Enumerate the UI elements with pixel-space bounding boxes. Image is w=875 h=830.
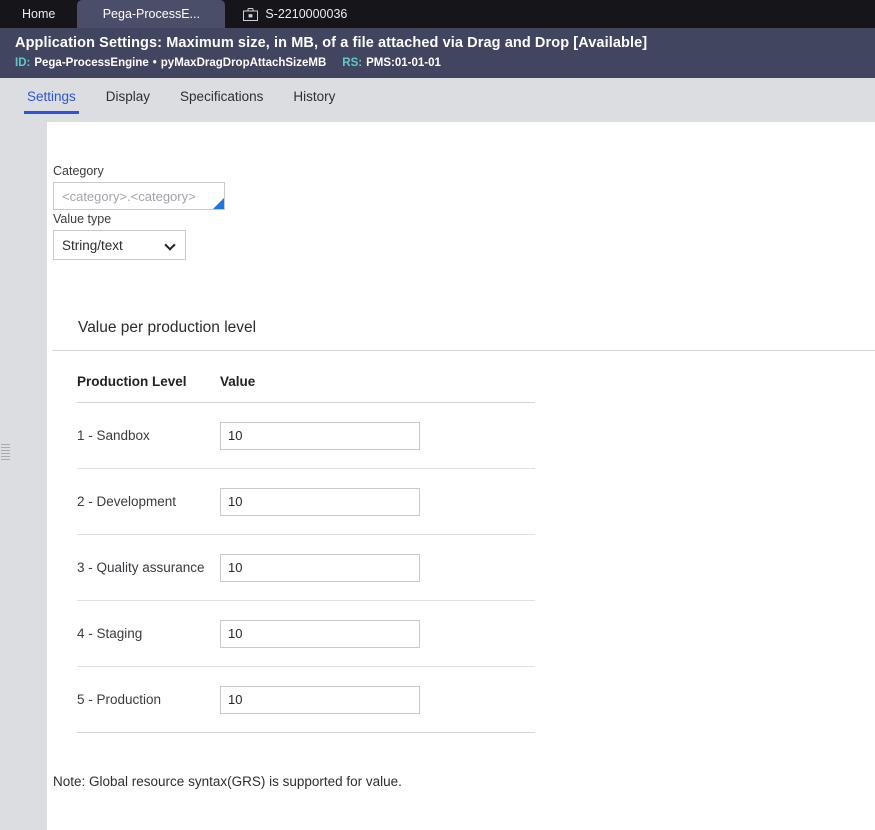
- column-header-value: Value: [220, 374, 256, 389]
- browser-tab-strip: Home Pega-ProcessE... S-2210000036: [0, 0, 875, 28]
- table-row: 5 - Production: [77, 667, 535, 733]
- tab-history-label: History: [293, 88, 336, 104]
- section-title: Value per production level: [78, 319, 257, 336]
- browser-tab-pega-processengine[interactable]: Pega-ProcessE...: [77, 0, 226, 28]
- table-body: 1 - Sandbox 2 - Development 3 - Quality as…: [77, 403, 535, 733]
- production-level-label: 5 - Production: [77, 692, 162, 707]
- tab-settings-label: Settings: [27, 88, 76, 104]
- value-type-select[interactable]: String/textIntegerDecimalTrue/FalseDateD…: [53, 230, 186, 260]
- briefcase-icon: [243, 7, 259, 21]
- table-row: 4 - Staging: [77, 601, 535, 667]
- settings-form-panel: Category Value type String/textIntegerDe…: [47, 122, 875, 830]
- production-level-label: 4 - Staging: [77, 626, 143, 641]
- browser-tab-case-label: S-2210000036: [265, 7, 348, 21]
- value-input-level-5[interactable]: [220, 685, 420, 714]
- tab-specifications[interactable]: Specifications: [165, 78, 278, 114]
- ruleset-label: RS:: [342, 57, 363, 69]
- id-separator: •: [152, 57, 157, 69]
- table-row: 2 - Development: [77, 469, 535, 535]
- id-label: ID:: [15, 57, 31, 69]
- category-label: Category: [53, 164, 104, 178]
- production-level-label: 2 - Development: [77, 494, 177, 509]
- content-left-gutter: [14, 114, 47, 830]
- category-resize-grip-icon[interactable]: [213, 198, 224, 209]
- production-level-label: 3 - Quality assurance: [77, 560, 205, 575]
- tab-history[interactable]: History: [278, 78, 350, 114]
- rule-identifier-line: ID: Pega-ProcessEngine • pyMaxDragDropAttac…: [15, 56, 875, 71]
- tab-settings[interactable]: Settings: [12, 78, 91, 114]
- tab-display[interactable]: Display: [91, 78, 165, 114]
- rule-header: Application Settings: Maximum size, in M…: [0, 28, 875, 78]
- value-input-level-1[interactable]: [220, 421, 420, 450]
- browser-tab-case[interactable]: S-2210000036: [225, 0, 365, 28]
- table-row: 1 - Sandbox: [77, 403, 535, 469]
- application-window: Home Pega-ProcessE... S-2210000036 Appli…: [0, 0, 875, 830]
- browser-tab-home[interactable]: Home: [0, 0, 77, 28]
- production-level-label: 1 - Sandbox: [77, 428, 150, 443]
- id-class: Pega-ProcessEngine: [34, 57, 149, 69]
- value-type-field: Value type String/textIntegerDecimalTrue…: [53, 212, 186, 260]
- value-input-level-3[interactable]: [220, 553, 420, 582]
- content-top-gutter: [14, 114, 875, 122]
- category-input[interactable]: [53, 182, 225, 210]
- ruleset-value: PMS:01-01-01: [366, 57, 441, 69]
- id-name: pyMaxDragDropAttachSizeMB: [160, 57, 327, 69]
- browser-tab-pega-processengine-label: Pega-ProcessE...: [102, 7, 200, 21]
- page-title: Application Settings: Maximum size, in M…: [15, 35, 648, 51]
- value-cell: [220, 553, 535, 582]
- rule-tab-bar: Settings Display Specifications History: [0, 78, 875, 114]
- value-input-level-2[interactable]: [220, 487, 420, 516]
- value-cell: [220, 685, 535, 714]
- column-header-production-level: Production Level: [77, 374, 187, 389]
- sidebar-resize-handle[interactable]: [1, 444, 10, 460]
- tab-display-label: Display: [105, 88, 151, 104]
- category-field: Category: [53, 164, 225, 210]
- table-header-row: Production Level Value: [77, 374, 535, 402]
- section-divider: [52, 350, 875, 351]
- value-cell: [220, 487, 535, 516]
- browser-tab-home-label: Home: [22, 7, 56, 21]
- value-input-level-4[interactable]: [220, 619, 420, 648]
- tab-specifications-label: Specifications: [180, 88, 264, 104]
- value-cell: [220, 619, 535, 648]
- grs-note: Note: Global resource syntax(GRS) is sup…: [53, 774, 402, 789]
- value-type-label: Value type: [53, 212, 112, 226]
- value-per-production-level-table: Production Level Value 1 - Sandbox 2 - De…: [77, 374, 535, 733]
- sidebar-collapse-rail[interactable]: [0, 114, 14, 830]
- value-cell: [220, 421, 535, 450]
- table-row: 3 - Quality assurance: [77, 535, 535, 601]
